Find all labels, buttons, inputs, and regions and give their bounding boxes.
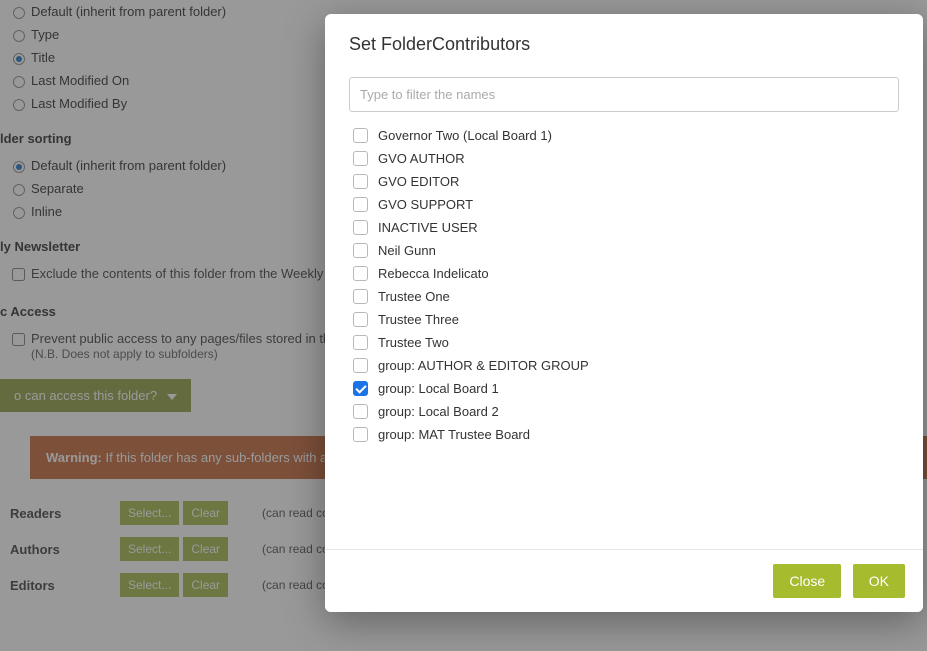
contributor-checkbox[interactable] bbox=[353, 243, 368, 258]
contributor-row[interactable]: Trustee One bbox=[349, 285, 899, 308]
contributor-row[interactable]: INACTIVE USER bbox=[349, 216, 899, 239]
modal-footer: Close OK bbox=[325, 549, 923, 612]
contributor-row[interactable]: Neil Gunn bbox=[349, 239, 899, 262]
contributor-label: INACTIVE USER bbox=[378, 220, 478, 235]
contributor-checkbox[interactable] bbox=[353, 427, 368, 442]
contributor-row[interactable]: GVO EDITOR bbox=[349, 170, 899, 193]
contributor-checkbox[interactable] bbox=[353, 197, 368, 212]
contributor-label: group: AUTHOR & EDITOR GROUP bbox=[378, 358, 589, 373]
contributor-list: Governor Two (Local Board 1) GVO AUTHOR GV… bbox=[349, 124, 899, 446]
contributor-label: Neil Gunn bbox=[378, 243, 436, 258]
contributor-row[interactable]: Governor Two (Local Board 1) bbox=[349, 124, 899, 147]
contributor-label: GVO SUPPORT bbox=[378, 197, 473, 212]
contributor-checkbox[interactable] bbox=[353, 220, 368, 235]
contributor-label: Governor Two (Local Board 1) bbox=[378, 128, 552, 143]
contributor-checkbox[interactable] bbox=[353, 335, 368, 350]
ok-button[interactable]: OK bbox=[853, 564, 905, 598]
contributor-checkbox[interactable] bbox=[353, 358, 368, 373]
modal-body: Governor Two (Local Board 1) GVO AUTHOR GV… bbox=[325, 65, 923, 549]
contributor-checkbox[interactable] bbox=[353, 312, 368, 327]
set-contributors-modal: Set FolderContributors Governor Two (Loc… bbox=[325, 14, 923, 612]
contributor-label: Rebecca Indelicato bbox=[378, 266, 489, 281]
contributor-label: Trustee Two bbox=[378, 335, 449, 350]
contributor-label: group: Local Board 1 bbox=[378, 381, 499, 396]
contributor-label: GVO AUTHOR bbox=[378, 151, 465, 166]
close-button[interactable]: Close bbox=[773, 564, 841, 598]
modal-title: Set FolderContributors bbox=[325, 14, 923, 65]
contributor-row[interactable]: group: Local Board 1 bbox=[349, 377, 899, 400]
contributor-checkbox[interactable] bbox=[353, 151, 368, 166]
contributor-row[interactable]: Trustee Two bbox=[349, 331, 899, 354]
contributor-checkbox[interactable] bbox=[353, 266, 368, 281]
contributor-row[interactable]: GVO AUTHOR bbox=[349, 147, 899, 170]
contributor-row[interactable]: Rebecca Indelicato bbox=[349, 262, 899, 285]
contributor-label: group: Local Board 2 bbox=[378, 404, 499, 419]
contributor-checkbox[interactable] bbox=[353, 128, 368, 143]
contributor-row[interactable]: Trustee Three bbox=[349, 308, 899, 331]
contributor-checkbox[interactable] bbox=[353, 381, 368, 396]
contributor-label: group: MAT Trustee Board bbox=[378, 427, 530, 442]
contributor-row[interactable]: group: AUTHOR & EDITOR GROUP bbox=[349, 354, 899, 377]
filter-names-input[interactable] bbox=[349, 77, 899, 112]
contributor-checkbox[interactable] bbox=[353, 289, 368, 304]
contributor-label: Trustee Three bbox=[378, 312, 459, 327]
contributor-checkbox[interactable] bbox=[353, 174, 368, 189]
contributor-row[interactable]: group: MAT Trustee Board bbox=[349, 423, 899, 446]
contributor-row[interactable]: GVO SUPPORT bbox=[349, 193, 899, 216]
contributor-row[interactable]: group: Local Board 2 bbox=[349, 400, 899, 423]
contributor-checkbox[interactable] bbox=[353, 404, 368, 419]
contributor-label: Trustee One bbox=[378, 289, 450, 304]
contributor-label: GVO EDITOR bbox=[378, 174, 459, 189]
